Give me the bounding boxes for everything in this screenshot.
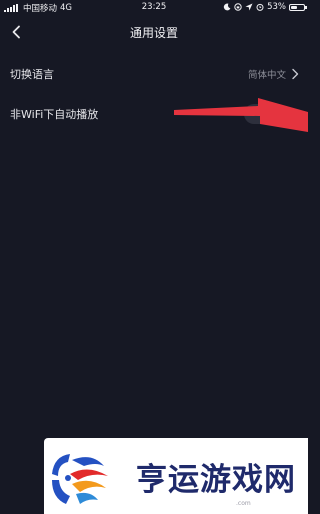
page-title: 通用设置 bbox=[129, 26, 178, 40]
battery-level bbox=[291, 5, 298, 9]
red-arrow-annotation bbox=[174, 98, 308, 132]
language-setting-row[interactable]: 切换语言 简体中文 bbox=[0, 56, 308, 92]
battery-percent: 53% bbox=[267, 2, 286, 12]
alarm-icon bbox=[256, 3, 264, 11]
location-icon bbox=[245, 3, 253, 11]
watermark-text: 亨运游戏网 bbox=[136, 462, 296, 498]
status-bar: 中国移动 4G 23:25 53% bbox=[0, 0, 308, 16]
nav-bar: 通用设置 bbox=[0, 17, 308, 47]
autoplay-label: 非WiFi下自动播放 bbox=[10, 108, 99, 121]
status-right: 53% bbox=[223, 2, 307, 12]
chevron-right-icon bbox=[292, 68, 299, 80]
dragon-logo-icon bbox=[52, 454, 108, 504]
watermark-domain: .com bbox=[236, 500, 251, 507]
battery-icon bbox=[289, 3, 307, 11]
rotation-lock-icon bbox=[234, 3, 242, 11]
language-label: 切换语言 bbox=[10, 68, 54, 81]
watermark: 亨运游戏网 .com bbox=[44, 438, 308, 514]
moon-icon bbox=[223, 3, 231, 11]
language-value: 简体中文 bbox=[247, 70, 286, 81]
